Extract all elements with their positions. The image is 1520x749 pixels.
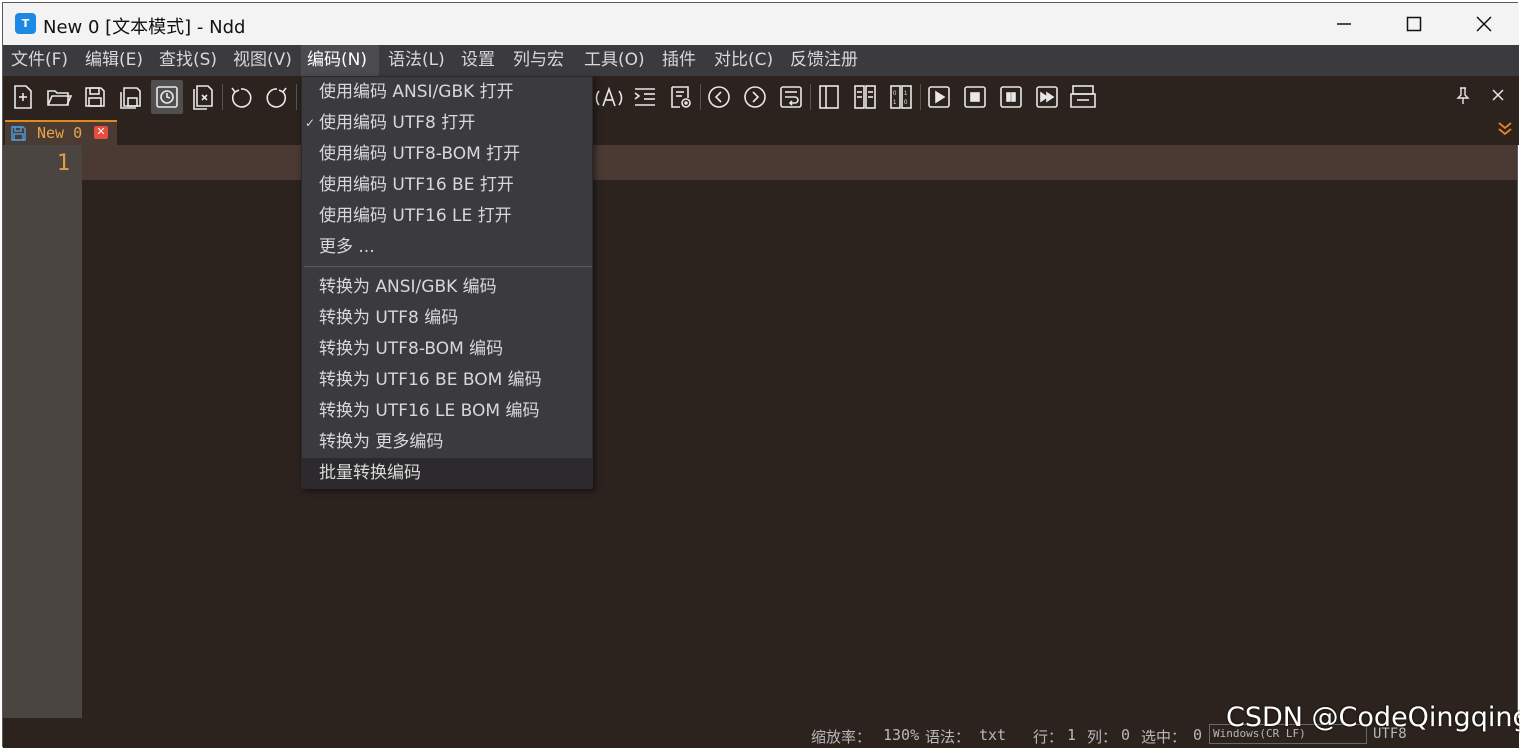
close-panel-icon[interactable]: [1491, 88, 1505, 107]
tab-label: New 0: [37, 124, 83, 142]
open-folder-icon[interactable]: [43, 80, 75, 114]
tab-new-0[interactable]: New 0 ✕: [5, 120, 117, 145]
undo-icon[interactable]: [225, 80, 257, 114]
auto-save-clock-icon[interactable]: [151, 80, 183, 114]
app-logo-icon: T: [15, 13, 36, 34]
svg-text:1: 1: [893, 100, 897, 106]
macro-save-icon[interactable]: [1067, 80, 1099, 114]
menu-convert-more[interactable]: 转换为 更多编码: [302, 427, 592, 458]
close-file-icon[interactable]: [187, 80, 219, 114]
selection-value: 0: [1193, 726, 1203, 744]
syntax-value: txt: [979, 726, 1007, 744]
compare-columns-icon[interactable]: [849, 80, 881, 114]
syntax-label: 语法：: [925, 728, 971, 746]
check-icon: ✓: [305, 116, 316, 130]
tab-overflow-chevron-icon[interactable]: [1497, 120, 1513, 141]
encoding-dropdown-menu: 使用编码 ANSI/GBK 打开 ✓ 使用编码 UTF8 打开 使用编码 UTF8…: [301, 76, 593, 489]
menu-convert-ansi-gbk[interactable]: 转换为 ANSI/GBK 编码: [302, 272, 592, 303]
zoom-value: 130%: [883, 726, 920, 744]
menu-language[interactable]: 语法(L): [382, 45, 451, 76]
save-icon[interactable]: [79, 80, 111, 114]
maximize-button[interactable]: [1379, 3, 1449, 45]
svg-text:0: 0: [904, 100, 908, 106]
toolbar: 0 1 1 0: [3, 76, 1519, 118]
next-icon[interactable]: [739, 80, 771, 114]
menu-feedback[interactable]: 反馈注册: [784, 45, 864, 76]
menu-open-utf16-be[interactable]: 使用编码 UTF16 BE 打开: [302, 170, 592, 201]
col-label: 列：: [1087, 728, 1118, 746]
menu-plugins[interactable]: 插件: [656, 45, 702, 76]
binary-compare-icon[interactable]: 0 1 1 0: [885, 80, 917, 114]
menu-bar: 文件(F) 编辑(E) 查找(S) 视图(V) 编码(N) 语法(L) 设置 列…: [3, 45, 1519, 76]
menu-open-ansi-gbk[interactable]: 使用编码 ANSI/GBK 打开: [302, 77, 592, 108]
selection-label: 选中：: [1141, 728, 1187, 746]
svg-text:0: 0: [893, 91, 897, 97]
menu-settings[interactable]: 设置: [455, 45, 501, 76]
menu-view[interactable]: 视图(V): [227, 45, 298, 76]
menu-column-macro[interactable]: 列与宏: [507, 45, 570, 76]
col-value: 0: [1121, 726, 1131, 744]
app-window: T New 0 [文本模式] - Ndd 文件(F) 编辑(E) 查找(S) 视…: [2, 2, 1519, 748]
macro-fast-forward-icon[interactable]: [1031, 80, 1063, 114]
zoom-label: 缩放率：: [811, 728, 872, 746]
menu-convert-utf16-be-bom[interactable]: 转换为 UTF16 BE BOM 编码: [302, 365, 592, 396]
menu-open-utf8[interactable]: ✓ 使用编码 UTF8 打开: [302, 108, 592, 139]
previous-icon[interactable]: [703, 80, 735, 114]
window-title: New 0 [文本模式] - Ndd: [43, 17, 246, 38]
pin-icon[interactable]: [1455, 86, 1471, 111]
close-window-button[interactable]: [1449, 3, 1519, 45]
menu-separator: [304, 266, 592, 267]
menu-compare[interactable]: 对比(C): [708, 45, 779, 76]
menu-open-utf16-le[interactable]: 使用编码 UTF16 LE 打开: [302, 201, 592, 232]
menu-open-more[interactable]: 更多 ...: [302, 232, 592, 263]
font-format-icon[interactable]: [593, 80, 625, 114]
menu-batch-convert[interactable]: 批量转换编码: [302, 458, 592, 489]
menu-edit[interactable]: 编辑(E): [79, 45, 149, 76]
menu-encoding[interactable]: 编码(N): [301, 45, 379, 76]
svg-text:1: 1: [904, 91, 908, 97]
tab-close-icon[interactable]: ✕: [94, 126, 108, 139]
menu-convert-utf16-le-bom[interactable]: 转换为 UTF16 LE BOM 编码: [302, 396, 592, 427]
floppy-disk-icon: [10, 125, 27, 147]
macro-play-icon[interactable]: [923, 80, 955, 114]
menu-file[interactable]: 文件(F): [5, 45, 74, 76]
row-label: 行：: [1033, 728, 1064, 746]
row-value: 1: [1067, 726, 1077, 744]
menu-convert-utf8-bom[interactable]: 转换为 UTF8-BOM 编码: [302, 334, 592, 365]
tab-bar: New 0 ✕: [3, 118, 1519, 145]
macro-pause-icon[interactable]: [995, 80, 1027, 114]
menu-convert-utf8[interactable]: 转换为 UTF8 编码: [302, 303, 592, 334]
split-view-icon[interactable]: [813, 80, 845, 114]
editor-current-line[interactable]: [82, 145, 1517, 180]
redo-icon[interactable]: [261, 80, 293, 114]
indent-icon[interactable]: [629, 80, 661, 114]
menu-search[interactable]: 查找(S): [153, 45, 223, 76]
macro-stop-icon[interactable]: [959, 80, 991, 114]
menu-tools[interactable]: 工具(O): [578, 45, 651, 76]
line-number-gutter: 1: [3, 145, 82, 718]
new-file-icon[interactable]: [7, 80, 39, 114]
line-number: 1: [56, 151, 70, 176]
save-all-icon[interactable]: [115, 80, 147, 114]
menu-open-utf8-bom[interactable]: 使用编码 UTF8-BOM 打开: [302, 139, 592, 170]
show-whitespace-icon[interactable]: [665, 80, 697, 114]
watermark-text: CSDN @CodeQingqing: [1226, 702, 1520, 733]
title-bar: T New 0 [文本模式] - Ndd: [3, 3, 1519, 45]
word-wrap-icon[interactable]: [775, 80, 807, 114]
minimize-button[interactable]: [1309, 3, 1379, 45]
